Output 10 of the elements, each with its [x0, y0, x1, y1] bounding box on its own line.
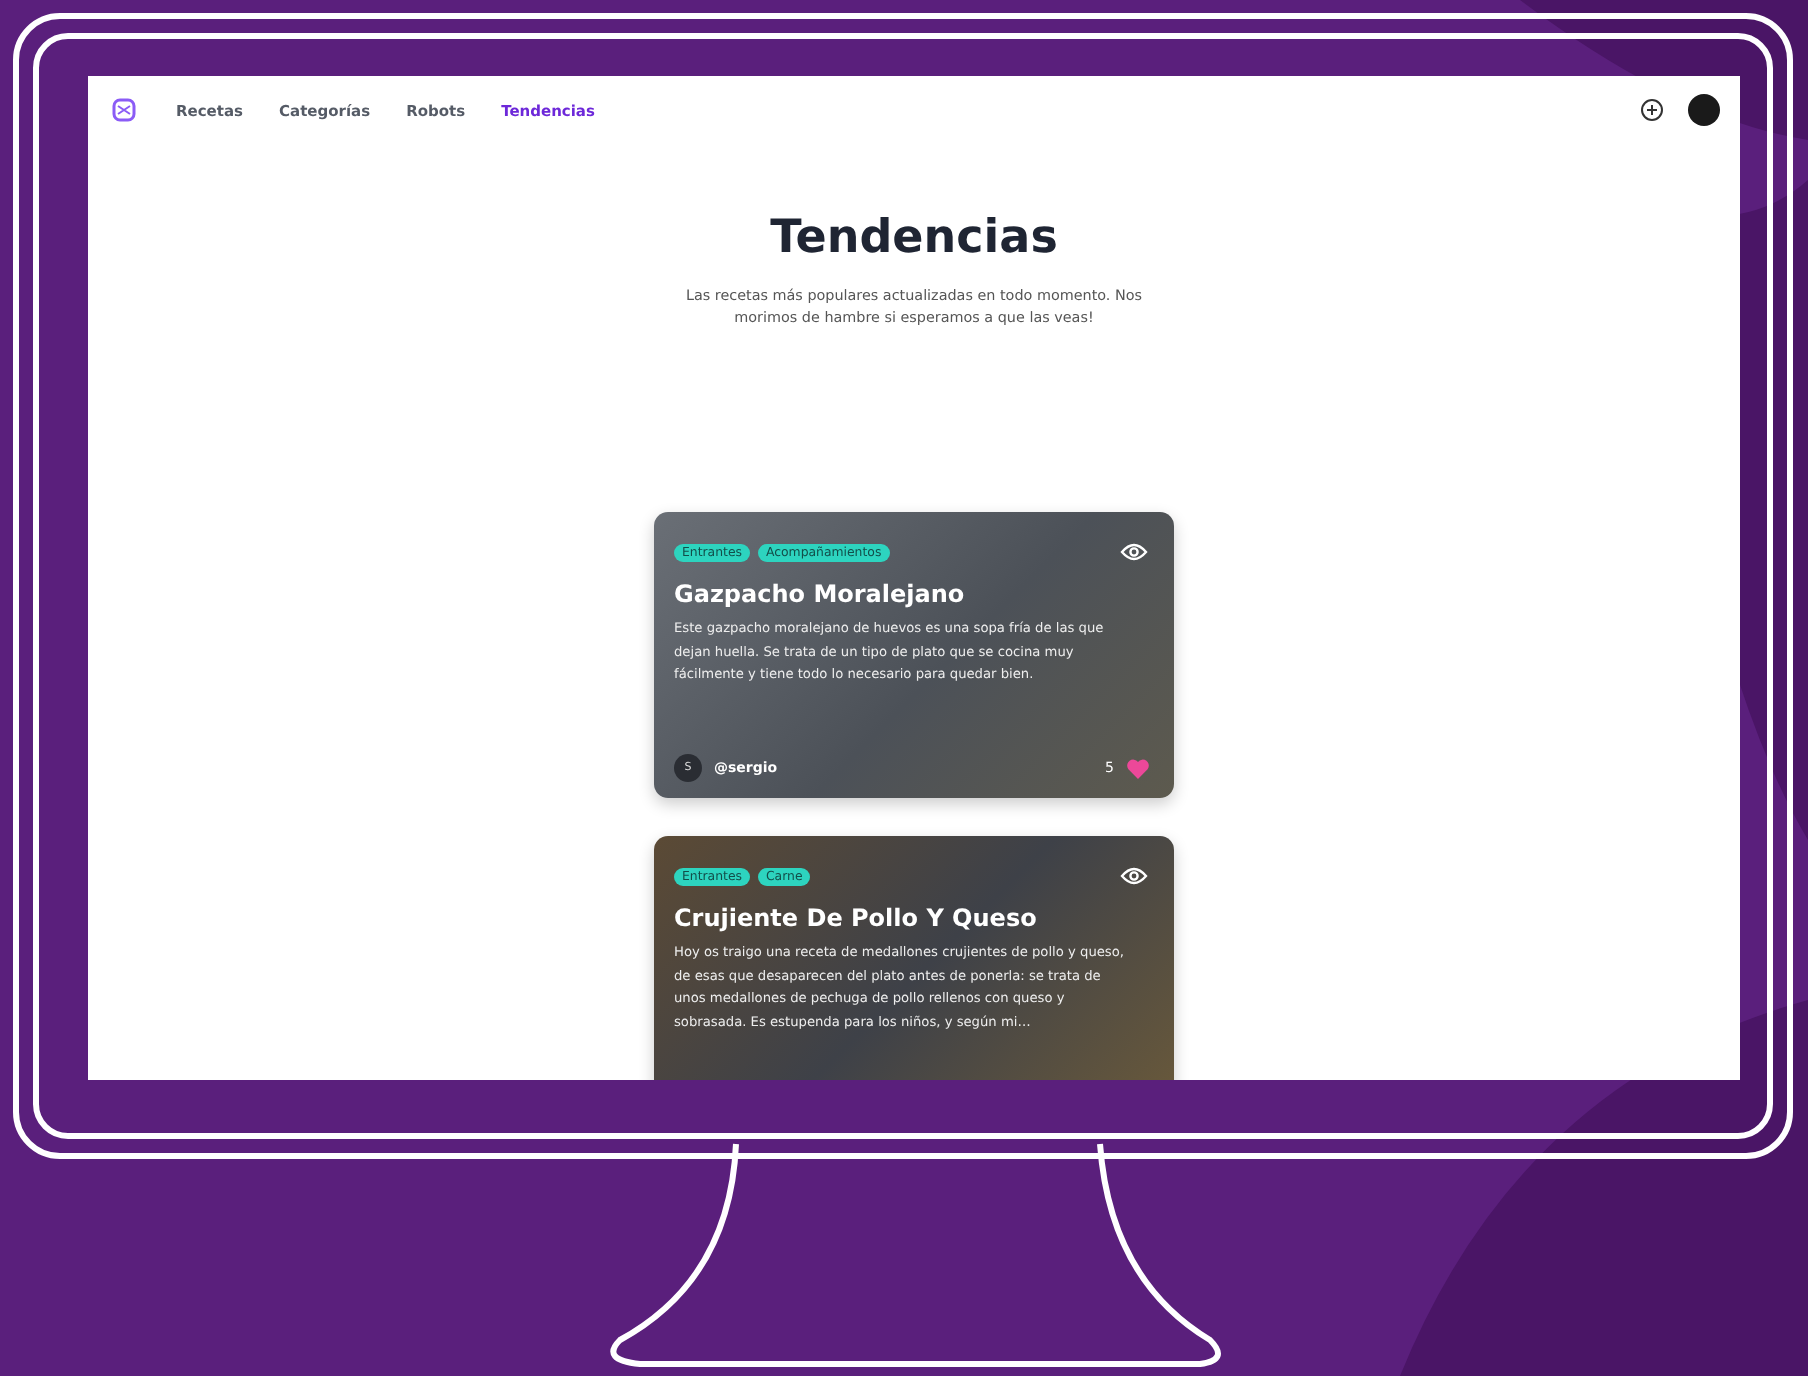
user-avatar[interactable]: [1688, 94, 1720, 126]
recipe-card[interactable]: [654, 836, 1174, 1080]
page-title: Tendencias: [770, 212, 1058, 264]
recipe-card[interactable]: [654, 512, 1174, 798]
recipe-title: Crujiente De Pollo Y Queso: [674, 904, 1039, 932]
eye-icon[interactable]: [1120, 542, 1148, 562]
eye-icon[interactable]: [1120, 866, 1148, 886]
logo-icon[interactable]: [112, 98, 136, 122]
recipe-title: Gazpacho Moralejano: [674, 580, 967, 608]
add-icon[interactable]: [1640, 98, 1664, 122]
